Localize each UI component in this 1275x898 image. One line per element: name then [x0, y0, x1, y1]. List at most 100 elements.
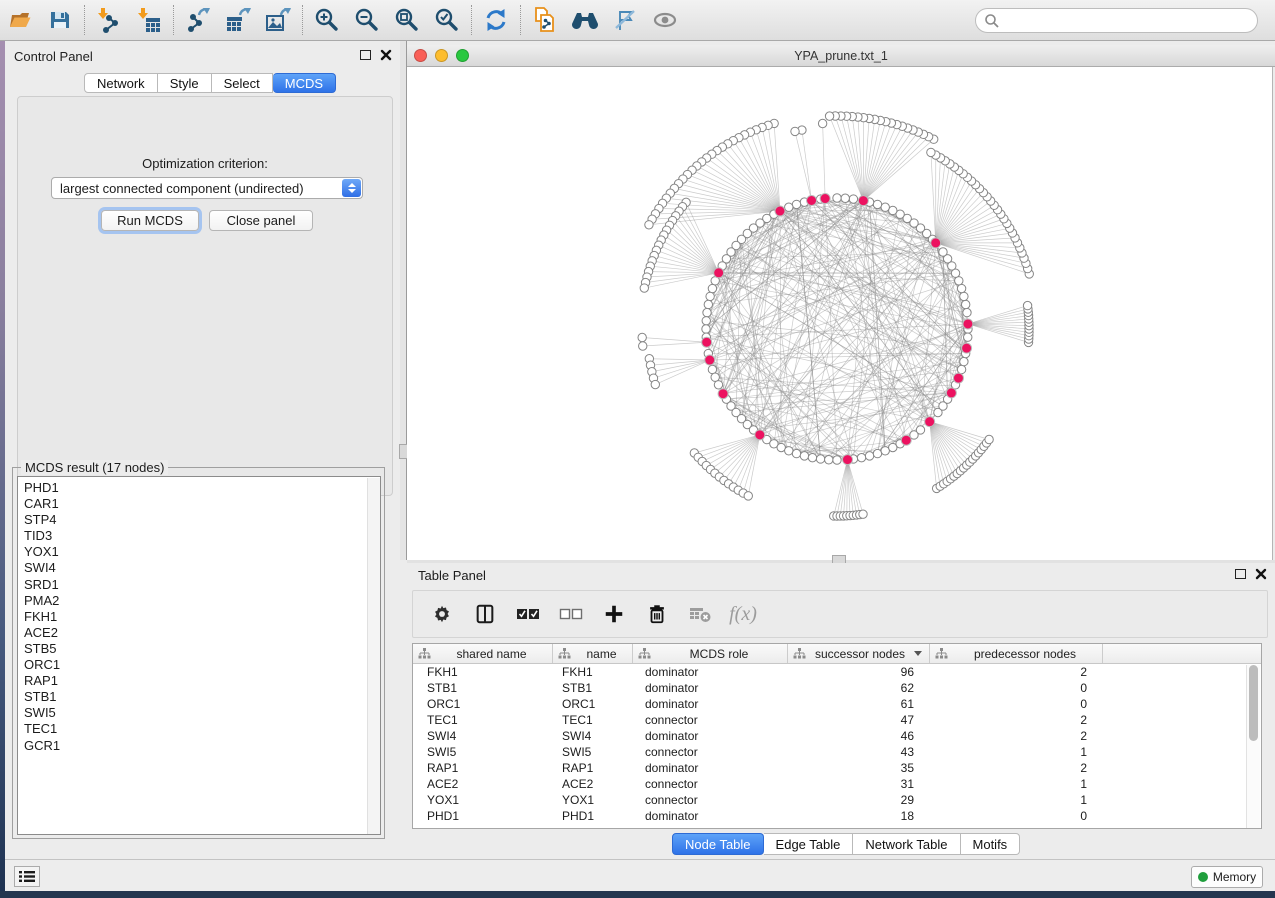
table-cell: 0 [930, 681, 1103, 695]
table-panel-title: Table Panel [418, 568, 486, 583]
mcds-result-item[interactable]: TEC1 [24, 721, 380, 737]
mcds-result-item[interactable]: SWI5 [24, 705, 380, 721]
control-panel: Control Panel NetworkStyleSelectMCDS Opt… [5, 41, 400, 859]
mcds-result-item[interactable]: FKH1 [24, 609, 380, 625]
search-binoculars-icon[interactable] [565, 3, 605, 37]
criterion-select[interactable]: largest connected component (undirected) [51, 177, 363, 199]
zoom-in-icon[interactable] [307, 3, 347, 37]
add-column-icon[interactable] [601, 601, 627, 627]
open-file-icon[interactable] [0, 3, 40, 37]
mcds-result-item[interactable]: SRD1 [24, 577, 380, 593]
tab-motifs[interactable]: Motifs [961, 833, 1021, 855]
table-row[interactable]: SWI4SWI4dominator462 [413, 728, 1261, 744]
network-window-titlebar[interactable]: YPA_prune.txt_1 [407, 45, 1275, 67]
result-list-scrollbar[interactable] [367, 478, 380, 835]
mcds-result-item[interactable]: STB1 [24, 689, 380, 705]
select-all-checks-icon[interactable] [515, 601, 541, 627]
column-header-MCDS-role[interactable]: MCDS role [633, 644, 788, 663]
network-from-file-icon[interactable] [525, 3, 565, 37]
table-cell: 0 [930, 697, 1103, 711]
table-row[interactable]: SWI5SWI5connector431 [413, 744, 1261, 760]
column-header-shared-name[interactable]: shared name [413, 644, 553, 663]
table-cell: ORC1 [553, 697, 633, 711]
table-cell: YOX1 [553, 793, 633, 807]
run-mcds-button[interactable]: Run MCDS [101, 210, 199, 231]
vertical-split-divider[interactable] [400, 41, 407, 560]
import-table-icon[interactable] [129, 3, 169, 37]
table-row[interactable]: FKH1FKH1dominator962 [413, 664, 1261, 680]
function-builder-icon[interactable]: f(x) [730, 601, 756, 627]
zoom-selected-icon[interactable] [427, 3, 467, 37]
search-input[interactable] [1000, 11, 1257, 31]
table-scrollbar[interactable] [1246, 665, 1260, 828]
table-cell: FKH1 [553, 665, 633, 679]
network-view-canvas[interactable] [407, 67, 1273, 560]
export-image-icon[interactable] [258, 3, 298, 37]
tab-network[interactable]: Network [84, 73, 158, 93]
memory-status-icon [1198, 872, 1208, 882]
show-hidden-eye-icon[interactable] [645, 3, 685, 37]
deselect-all-checks-icon[interactable] [558, 601, 584, 627]
settings-gear-icon[interactable] [429, 601, 455, 627]
mcds-result-item[interactable]: CAR1 [24, 496, 380, 512]
tab-mcds[interactable]: MCDS [273, 73, 336, 93]
select-stepper-icon [342, 179, 361, 197]
mcds-result-item[interactable]: ACE2 [24, 625, 380, 641]
zoom-fit-icon[interactable] [387, 3, 427, 37]
table-cell: 18 [788, 809, 930, 823]
mcds-result-item[interactable]: STP4 [24, 512, 380, 528]
hide-annotations-icon[interactable] [605, 3, 645, 37]
close-panel-icon[interactable] [380, 49, 392, 61]
mcds-result-item[interactable]: STB5 [24, 641, 380, 657]
tab-edge-table[interactable]: Edge Table [764, 833, 854, 855]
show-panels-list-button[interactable] [14, 866, 40, 887]
table-row[interactable]: YOX1YOX1connector291 [413, 792, 1261, 808]
column-header-successor-nodes[interactable]: successor nodes [788, 644, 930, 663]
refresh-icon[interactable] [476, 3, 516, 37]
close-table-panel-icon[interactable] [1255, 568, 1267, 580]
table-scrollbar-thumb[interactable] [1249, 665, 1258, 741]
table-cell: SWI4 [413, 729, 553, 743]
mcds-result-item[interactable]: YOX1 [24, 544, 380, 560]
mcds-result-list[interactable]: PHD1CAR1STP4TID3YOX1SWI4SRD1PMA2FKH1ACE2… [17, 476, 381, 835]
zoom-out-icon[interactable] [347, 3, 387, 37]
mcds-tab-content: Optimization criterion: largest connecte… [17, 96, 393, 496]
mcds-result-item[interactable]: PHD1 [24, 480, 380, 496]
mcds-result-item[interactable]: GCR1 [24, 738, 380, 754]
mcds-result-item[interactable]: ORC1 [24, 657, 380, 673]
table-cell: 61 [788, 697, 930, 711]
tab-node-table[interactable]: Node Table [672, 833, 764, 855]
table-row[interactable]: STB1STB1dominator620 [413, 680, 1261, 696]
table-cell: dominator [633, 681, 788, 695]
column-header-predecessor-nodes[interactable]: predecessor nodes [930, 644, 1103, 663]
delete-table-icon[interactable] [687, 601, 713, 627]
tab-style[interactable]: Style [158, 73, 212, 93]
column-header-name[interactable]: name [553, 644, 633, 663]
export-table-icon[interactable] [218, 3, 258, 37]
import-network-icon[interactable] [89, 3, 129, 37]
show-column-panel-icon[interactable] [472, 601, 498, 627]
mcds-result-item[interactable]: PMA2 [24, 593, 380, 609]
float-table-panel-icon[interactable] [1235, 569, 1246, 579]
delete-column-icon[interactable] [644, 601, 670, 627]
node-table: shared namenameMCDS rolesuccessor nodesp… [412, 643, 1262, 829]
table-row[interactable]: RAP1RAP1dominator352 [413, 760, 1261, 776]
tab-select[interactable]: Select [212, 73, 273, 93]
memory-button[interactable]: Memory [1191, 866, 1263, 888]
column-attribute-icon [418, 648, 431, 659]
export-network-icon[interactable] [178, 3, 218, 37]
table-row[interactable]: PHD1PHD1dominator180 [413, 808, 1261, 824]
table-cell: ACE2 [553, 777, 633, 791]
tab-network-table[interactable]: Network Table [853, 833, 960, 855]
mcds-result-item[interactable]: TID3 [24, 528, 380, 544]
mcds-result-item[interactable]: SWI4 [24, 560, 380, 576]
close-panel-button[interactable]: Close panel [209, 210, 313, 231]
save-icon[interactable] [40, 3, 80, 37]
criterion-value: largest connected component (undirected) [60, 181, 304, 196]
table-row[interactable]: ACE2ACE2connector311 [413, 776, 1261, 792]
table-row[interactable]: ORC1ORC1dominator610 [413, 696, 1261, 712]
mcds-result-item[interactable]: RAP1 [24, 673, 380, 689]
float-panel-icon[interactable] [360, 50, 371, 60]
table-row[interactable]: TEC1TEC1connector472 [413, 712, 1261, 728]
search-field[interactable] [975, 8, 1258, 33]
